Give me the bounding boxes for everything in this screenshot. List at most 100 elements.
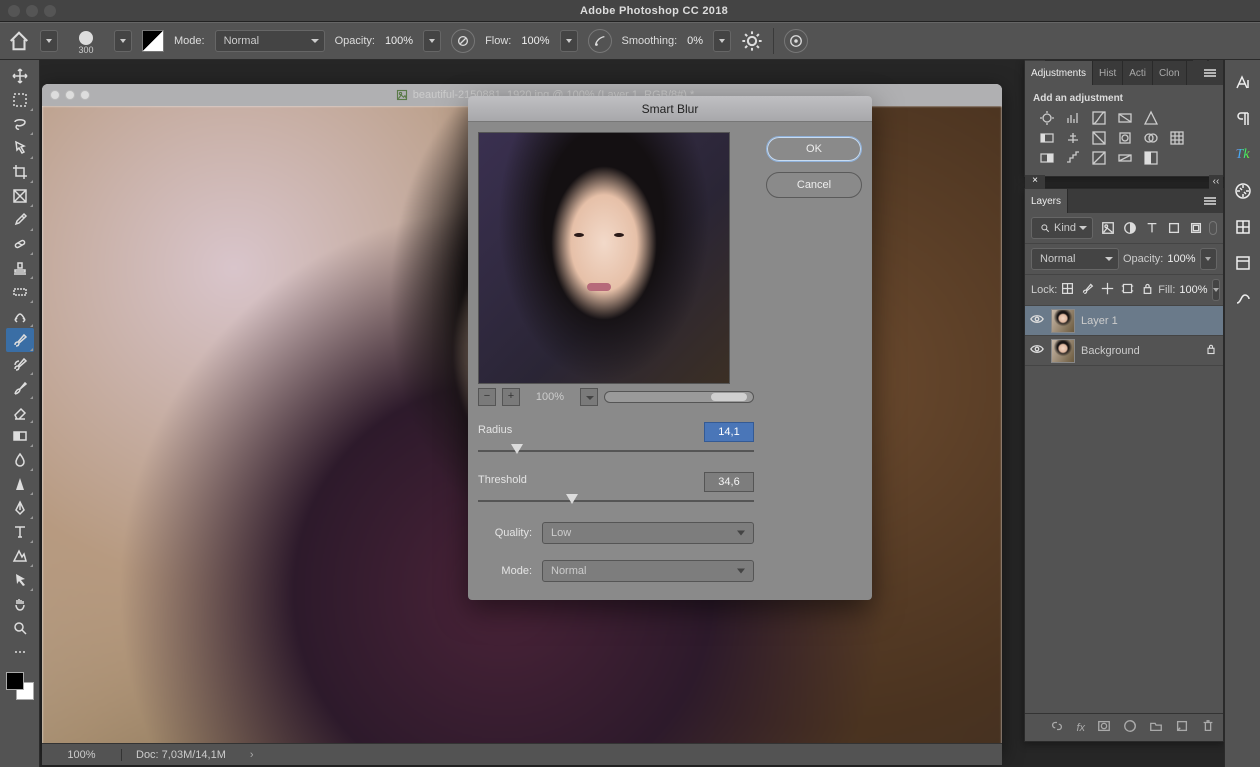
panel-collapse-icon[interactable]: ‹‹ (1193, 60, 1207, 61)
levels-icon[interactable] (1065, 110, 1081, 126)
tool-more[interactable] (6, 640, 34, 664)
radius-input[interactable]: 14,1 (704, 422, 754, 442)
lock-position-icon[interactable] (1101, 282, 1114, 298)
tool-type[interactable] (6, 520, 34, 544)
foreground-color-swatch[interactable] (6, 672, 24, 690)
dialog-preview-scrollbar[interactable] (604, 391, 754, 403)
adjustment-layer-icon[interactable] (1123, 719, 1137, 736)
filter-toggle[interactable] (1209, 221, 1217, 235)
tool-shape[interactable] (6, 544, 34, 568)
selective-color-icon[interactable] (1143, 150, 1159, 166)
tk-panel-icon[interactable]: Tk (1232, 144, 1254, 166)
tab-actions[interactable]: Acti (1123, 61, 1153, 85)
lock-pixels-icon[interactable] (1081, 282, 1094, 298)
group-icon[interactable] (1149, 719, 1163, 736)
layers-panel-menu-icon[interactable] (1197, 189, 1223, 213)
swatches-panel-icon[interactable] (1232, 216, 1254, 238)
visibility-toggle-icon[interactable] (1029, 312, 1045, 329)
tool-path-select[interactable] (6, 568, 34, 592)
layer-mask-icon[interactable] (1097, 719, 1111, 736)
brush-panel-toggle[interactable] (142, 30, 164, 52)
tool-brush[interactable] (6, 328, 34, 352)
filter-smart-icon[interactable] (1189, 221, 1203, 235)
layer-fill-dropdown[interactable] (1212, 279, 1220, 301)
layer-name[interactable]: Layer 1 (1081, 315, 1219, 327)
opacity-value[interactable]: 100% (385, 35, 413, 47)
photo-filter-icon[interactable] (1117, 130, 1133, 146)
character-panel-icon[interactable] (1232, 72, 1254, 94)
status-doc-info[interactable]: Doc: 7,03M/14,1M (122, 749, 240, 761)
tool-dodge[interactable] (6, 472, 34, 496)
layer-fx-icon[interactable]: fx (1076, 722, 1085, 734)
navigator-panel-icon[interactable] (1232, 180, 1254, 202)
layer-item[interactable]: Layer 1 (1025, 306, 1223, 336)
threshold-input[interactable]: 34,6 (704, 472, 754, 492)
pressure-opacity-toggle[interactable] (451, 29, 475, 53)
panel-icon[interactable] (1232, 252, 1254, 274)
filter-pixel-icon[interactable] (1101, 221, 1115, 235)
pressure-size-toggle[interactable] (784, 29, 808, 53)
lock-all-icon[interactable] (1141, 282, 1154, 298)
tool-hand[interactable] (6, 592, 34, 616)
vibrance-icon[interactable] (1143, 110, 1159, 126)
curves-icon[interactable] (1091, 110, 1107, 126)
tool-zoom[interactable] (6, 616, 34, 640)
window-controls[interactable] (8, 5, 56, 17)
blend-mode-dropdown[interactable]: Normal (215, 30, 325, 52)
doc-window-controls[interactable] (50, 90, 90, 100)
new-layer-icon[interactable] (1175, 719, 1189, 736)
layer-item[interactable]: Background (1025, 336, 1223, 366)
smoothing-dropdown[interactable] (713, 30, 731, 52)
flow-value[interactable]: 100% (521, 35, 549, 47)
flow-dropdown[interactable] (560, 30, 578, 52)
brush-picker-dropdown[interactable] (114, 30, 132, 52)
tab-layers[interactable]: Layers (1025, 189, 1068, 213)
tool-eyedropper[interactable] (6, 208, 34, 232)
panel-close-x-icon[interactable]: × (1209, 60, 1223, 61)
trash-icon[interactable] (1201, 719, 1215, 736)
tool-stamp[interactable] (6, 256, 34, 280)
tool-healing[interactable] (6, 232, 34, 256)
tool-quick-select[interactable] (6, 136, 34, 160)
tool-move[interactable] (6, 64, 34, 88)
tool-marquee[interactable] (6, 88, 34, 112)
tab-adjustments[interactable]: Adjustments (1025, 61, 1093, 85)
gradient-map-icon[interactable] (1117, 150, 1133, 166)
layer-opacity-value[interactable]: 100% (1167, 253, 1195, 265)
filter-adjustment-icon[interactable] (1123, 221, 1137, 235)
dialog-preview[interactable] (478, 132, 730, 384)
panel-close-icon[interactable]: × (1025, 60, 1045, 61)
panel-icon-2[interactable] (1232, 288, 1254, 310)
maximize-window-icon[interactable] (44, 5, 56, 17)
ok-button[interactable]: OK (766, 136, 862, 162)
layer-filter-kind-dropdown[interactable]: Kind (1031, 217, 1093, 239)
paragraph-panel-icon[interactable] (1232, 108, 1254, 130)
layer-thumbnail[interactable] (1051, 339, 1075, 363)
tool-lasso[interactable] (6, 112, 34, 136)
tool-preset-dropdown[interactable] (40, 30, 58, 52)
exposure-icon[interactable] (1117, 110, 1133, 126)
smoothing-options-icon[interactable] (741, 30, 763, 52)
layers-panel-close-icon[interactable]: × (1025, 175, 1045, 189)
hue-sat-icon[interactable] (1039, 130, 1055, 146)
color-lookup-icon[interactable] (1169, 130, 1185, 146)
quality-dropdown[interactable]: Low (542, 522, 754, 544)
status-more-icon[interactable]: › (240, 749, 264, 761)
threshold-slider[interactable] (478, 496, 754, 506)
layer-blend-mode-dropdown[interactable]: Normal (1031, 248, 1119, 270)
close-window-icon[interactable] (8, 5, 20, 17)
black-white-icon[interactable] (1091, 130, 1107, 146)
tool-pen[interactable] (6, 496, 34, 520)
home-icon[interactable] (8, 30, 30, 52)
tool-eraser[interactable] (6, 400, 34, 424)
panel-menu-icon[interactable] (1197, 61, 1223, 85)
tool-patch[interactable] (6, 280, 34, 304)
channel-mixer-icon[interactable] (1143, 130, 1159, 146)
tool-crop[interactable] (6, 160, 34, 184)
smoothing-value[interactable]: 0% (687, 35, 703, 47)
posterize-icon[interactable] (1065, 150, 1081, 166)
color-balance-icon[interactable] (1065, 130, 1081, 146)
tab-histogram[interactable]: Hist (1093, 61, 1123, 85)
tool-frame[interactable] (6, 184, 34, 208)
threshold-icon[interactable] (1091, 150, 1107, 166)
